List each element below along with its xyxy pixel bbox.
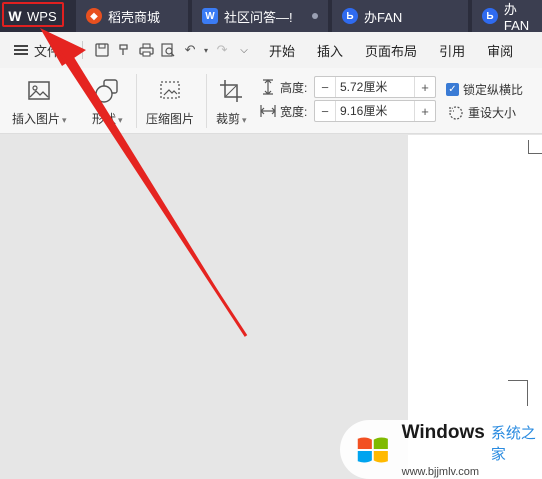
height-spinner[interactable]: − 5.72厘米 + (314, 76, 436, 98)
page-corner-mark (508, 380, 528, 406)
compress-image-button[interactable]: 压缩图片 (146, 78, 194, 127)
checkbox-checked-icon[interactable]: ✓ (446, 83, 459, 96)
shape-label: 形状 (92, 112, 117, 126)
width-spinner[interactable]: − 9.16厘米 + (314, 100, 436, 122)
menu-insert[interactable]: 插入 (317, 41, 343, 60)
crop-label: 裁剪 (216, 112, 241, 126)
watermark-brand: Windows (401, 421, 485, 443)
compress-image-icon (160, 81, 180, 99)
reset-size-label: 重设大小 (468, 106, 517, 120)
wps-tab-highlight-box (2, 2, 64, 27)
tab-banfan-2[interactable]: Ь 办FAN (472, 0, 542, 33)
print-preview-icon[interactable] (157, 39, 179, 61)
height-icon (263, 79, 273, 95)
shape-button[interactable]: 形状 ▾ (92, 78, 123, 127)
daoke-icon: ◆ (86, 8, 102, 24)
reset-size-icon (449, 105, 463, 120)
width-input[interactable]: 9.16厘米 (335, 101, 415, 121)
height-increase-button[interactable]: + (415, 77, 435, 97)
menu-home[interactable]: 开始 (269, 41, 295, 60)
menu-bar: 文件 ﹀ ↶ ▾ ↷ ⌵ 开始 插入 页面布局 引用 审阅 (0, 32, 542, 68)
format-painter-icon[interactable] (113, 39, 135, 61)
undo-dropdown-icon[interactable]: ▾ (201, 39, 211, 61)
lock-ratio-checkbox[interactable]: ✓ 锁定纵横比 (446, 81, 523, 98)
lock-ratio-label: 锁定纵横比 (463, 83, 524, 97)
dropdown-icon: ▾ (62, 115, 67, 125)
watermark-text: Windows 系统之家 www.bjjmlv.com (402, 422, 542, 478)
reset-size-button[interactable]: 重设大小 (448, 104, 516, 121)
crop-button[interactable]: 裁剪 ▾ (216, 78, 247, 127)
insert-image-icon (28, 81, 51, 100)
undo-icon[interactable]: ↶ (179, 39, 201, 61)
tab-label: 办FAN (364, 9, 403, 25)
shape-icon (95, 79, 118, 103)
tab-banfan-1[interactable]: Ь 办FAN (332, 0, 468, 32)
insert-image-label: 插入图片 (12, 112, 61, 126)
print-icon[interactable] (135, 39, 157, 61)
width-increase-button[interactable]: + (415, 101, 435, 121)
divider (136, 74, 137, 128)
width-decrease-button[interactable]: − (315, 101, 335, 121)
width-row: 宽度: − 9.16厘米 + (260, 100, 436, 122)
compress-image-label: 压缩图片 (146, 112, 195, 126)
unsaved-dot-icon (312, 13, 318, 19)
fan-icon: Ь (342, 8, 358, 24)
save-icon[interactable] (91, 39, 113, 61)
width-icon (260, 105, 276, 117)
tab-bar: W WPS ◆ 稻壳商城 W 社区问答—! Ь 办FAN Ь 办FAN (0, 0, 542, 33)
chevron-down-icon[interactable]: ﹀ (64, 43, 74, 58)
crop-icon (220, 80, 243, 102)
dropdown-icon: ▾ (118, 115, 123, 125)
height-decrease-button[interactable]: − (315, 77, 335, 97)
divider (206, 74, 207, 128)
tab-label: 办FAN (503, 2, 530, 33)
width-label: 宽度: (280, 104, 308, 119)
page-corner-mark (528, 140, 542, 154)
dropdown-icon: ▾ (242, 115, 247, 125)
fan-icon: Ь (482, 8, 498, 24)
tab-label: 社区问答—! (224, 9, 293, 25)
doc-icon: W (202, 8, 218, 24)
insert-image-button[interactable]: 插入图片 ▾ (12, 78, 67, 127)
windows-logo-icon (357, 437, 388, 462)
height-label: 高度: (280, 80, 308, 95)
watermark-brand-cn: 系统之家 (490, 424, 536, 463)
tab-label: 稻壳商城 (108, 9, 161, 25)
menu-review[interactable]: 审阅 (487, 41, 513, 60)
divider (82, 41, 84, 59)
height-input[interactable]: 5.72厘米 (335, 77, 415, 97)
height-row: 高度: − 5.72厘米 + (260, 76, 436, 98)
menu-references[interactable]: 引用 (439, 41, 465, 60)
tab-community-qa[interactable]: W 社区问答—! (192, 0, 328, 32)
file-menu[interactable]: 文件 (34, 41, 60, 60)
watermark: Windows 系统之家 www.bjjmlv.com (340, 420, 542, 479)
menu-icon[interactable] (14, 45, 28, 55)
customize-icon[interactable]: ⌵ (233, 39, 255, 61)
redo-icon[interactable]: ↷ (211, 39, 233, 61)
menu-page-layout[interactable]: 页面布局 (365, 41, 417, 60)
watermark-url: www.bjjmlv.com (401, 465, 480, 478)
ribbon: 插入图片 ▾ 形状 ▾ 压缩图片 裁剪 ▾ 高度: − 5.72厘米 + 宽度: − … (0, 68, 542, 134)
tab-daoke-store[interactable]: ◆ 稻壳商城 (76, 0, 188, 32)
